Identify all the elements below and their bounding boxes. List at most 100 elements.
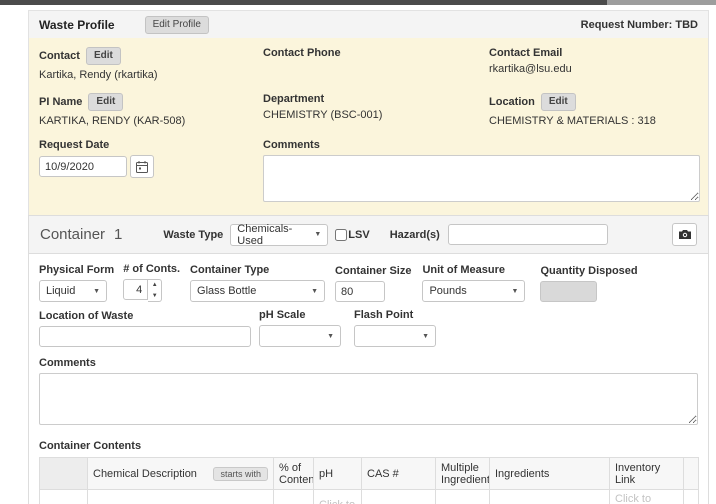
edit-contact-button[interactable]: Edit: [86, 47, 121, 65]
department-value: CHEMISTRY (BSC-001): [263, 109, 489, 122]
container-size-label: Container Size: [335, 265, 411, 277]
contact-label: Contact: [39, 50, 80, 62]
hazards-label: Hazard(s): [390, 229, 440, 241]
num-conts-stepper[interactable]: ▲ ▼: [148, 279, 162, 302]
chevron-down-icon: ▼: [314, 231, 321, 238]
edit-profile-button[interactable]: Edit Profile: [145, 16, 209, 34]
container-title: Container: [40, 226, 105, 243]
ph-scale-select[interactable]: ▼: [259, 325, 341, 347]
calendar-button[interactable]: [130, 155, 154, 178]
contact-phone-value: [263, 63, 489, 76]
contact-value: Kartika, Rendy (rkartika): [39, 69, 263, 82]
container-contents-table: Chemical Description starts with % of Co…: [39, 457, 699, 504]
profile-comments-textarea[interactable]: [263, 155, 700, 202]
container-type-label: Container Type: [190, 264, 325, 276]
camera-button[interactable]: [672, 223, 697, 246]
starts-with-button[interactable]: starts with: [213, 467, 268, 481]
container-body: Physical Form Liquid ▼ # of Conts. ▲ ▼: [29, 254, 708, 504]
contact-email-label: Contact Email: [489, 47, 562, 59]
container-number: 1: [114, 226, 122, 243]
ph-scale-label: pH Scale: [259, 309, 341, 321]
chrome-bar-light-segment: [607, 0, 716, 5]
chemical-description-cell[interactable]: SearchWASTE HALOGENATED SOLVENTS - KARTI…: [88, 490, 274, 504]
table-row: ☞ SearchWASTE HALOGENATED SOLVENTS - KAR…: [40, 490, 699, 504]
camera-icon: [678, 229, 692, 240]
stepper-down-icon[interactable]: ▼: [148, 291, 161, 302]
container-comments-label: Comments: [39, 357, 698, 369]
request-date-input[interactable]: [39, 156, 127, 177]
physical-form-select[interactable]: Liquid ▼: [39, 280, 107, 302]
row-selector-cell[interactable]: ☞: [40, 490, 88, 504]
container-type-select[interactable]: Glass Bottle ▼: [190, 280, 325, 302]
edit-pi-name-button[interactable]: Edit: [88, 93, 123, 111]
location-of-waste-input[interactable]: [39, 326, 251, 347]
flash-point-select[interactable]: ▼: [354, 325, 436, 347]
row-selector-column-header: [40, 458, 88, 490]
lsv-checkbox[interactable]: [335, 229, 347, 241]
stepper-up-icon[interactable]: ▲: [148, 280, 161, 291]
cas-cell[interactable]: Click to enter CAS #: [362, 490, 436, 504]
quantity-disposed-input: [540, 281, 597, 302]
container-comments-textarea[interactable]: [39, 373, 698, 425]
unit-of-measure-value: Pounds: [429, 285, 466, 297]
inventory-link-cell[interactable]: Click to enter Inventory Link #: [610, 490, 684, 504]
chevron-down-icon: ▼: [422, 333, 429, 340]
browser-chrome-bar: [0, 0, 716, 5]
ingredients-header: Ingredients: [490, 458, 610, 490]
ph-header: pH: [314, 458, 362, 490]
waste-profile-panel: Waste Profile Edit Profile Request Numbe…: [28, 10, 709, 218]
waste-profile-header: Waste Profile Edit Profile Request Numbe…: [29, 11, 708, 38]
waste-type-value: Chemicals-Used: [237, 223, 308, 247]
physical-form-value: Liquid: [46, 285, 75, 297]
container-contents-title: Container Contents: [39, 440, 698, 452]
ingredients-cell[interactable]: [490, 490, 610, 504]
percent-content-cell[interactable]: 100.00: [274, 490, 314, 504]
location-value: CHEMISTRY & MATERIALS : 318: [489, 115, 698, 128]
contact-phone-label: Contact Phone: [263, 47, 341, 59]
profile-comments-label: Comments: [263, 139, 320, 151]
department-label: Department: [263, 93, 324, 105]
chevron-down-icon: ▼: [311, 288, 318, 295]
quantity-disposed-label: Quantity Disposed: [540, 265, 637, 277]
multiple-ingredients-cell[interactable]: No: [436, 490, 490, 504]
chemical-description-header: Chemical Description starts with: [88, 458, 274, 490]
waste-type-label: Waste Type: [163, 229, 223, 241]
request-date-label: Request Date: [39, 139, 109, 151]
scrollbar-column-header: [684, 458, 699, 490]
calendar-icon: [135, 160, 149, 174]
chemical-description-header-label: Chemical Description: [93, 468, 197, 480]
flash-point-label: Flash Point: [354, 309, 436, 321]
unit-of-measure-select[interactable]: Pounds ▼: [422, 280, 525, 302]
edit-location-button[interactable]: Edit: [541, 93, 576, 111]
chevron-down-icon: ▼: [512, 288, 519, 295]
page: Waste Profile Edit Profile Request Numbe…: [0, 0, 716, 504]
num-conts-input[interactable]: [123, 279, 148, 300]
pi-name-label: PI Name: [39, 96, 82, 108]
percent-content-header: % of Content: [274, 458, 314, 490]
cas-header: CAS #: [362, 458, 436, 490]
hazards-input[interactable]: [448, 224, 608, 245]
container-size-input[interactable]: [335, 281, 385, 302]
page-title: Waste Profile: [39, 18, 115, 32]
lsv-label: LSV: [348, 229, 369, 241]
physical-form-label: Physical Form: [39, 264, 114, 276]
chevron-down-icon: ▼: [93, 288, 100, 295]
unit-of-measure-label: Unit of Measure: [422, 264, 525, 276]
contact-email-value: rkartika@lsu.edu: [489, 63, 698, 76]
waste-profile-body: Contact Edit Kartika, Rendy (rkartika) C…: [29, 38, 708, 217]
container-header: Container 1 Waste Type Chemicals-Used ▼ …: [29, 216, 708, 254]
multiple-ingredients-header: Multiple Ingredients: [436, 458, 490, 490]
container-type-value: Glass Bottle: [197, 285, 256, 297]
num-conts-label: # of Conts.: [123, 263, 180, 275]
pi-name-value: KARTIKA, RENDY (KAR-508): [39, 115, 263, 128]
container-panel: Container 1 Waste Type Chemicals-Used ▼ …: [28, 215, 709, 504]
request-number: Request Number: TBD: [581, 19, 698, 31]
waste-type-select[interactable]: Chemicals-Used ▼: [230, 224, 328, 246]
contents-header-row: Chemical Description starts with % of Co…: [40, 458, 699, 490]
table-scrollbar[interactable]: ▲: [684, 490, 699, 504]
location-of-waste-label: Location of Waste: [39, 310, 251, 322]
chevron-down-icon: ▼: [327, 333, 334, 340]
inventory-link-header: Inventory Link: [610, 458, 684, 490]
ph-cell[interactable]: Click to enter pH: [314, 490, 362, 504]
location-label: Location: [489, 96, 535, 108]
